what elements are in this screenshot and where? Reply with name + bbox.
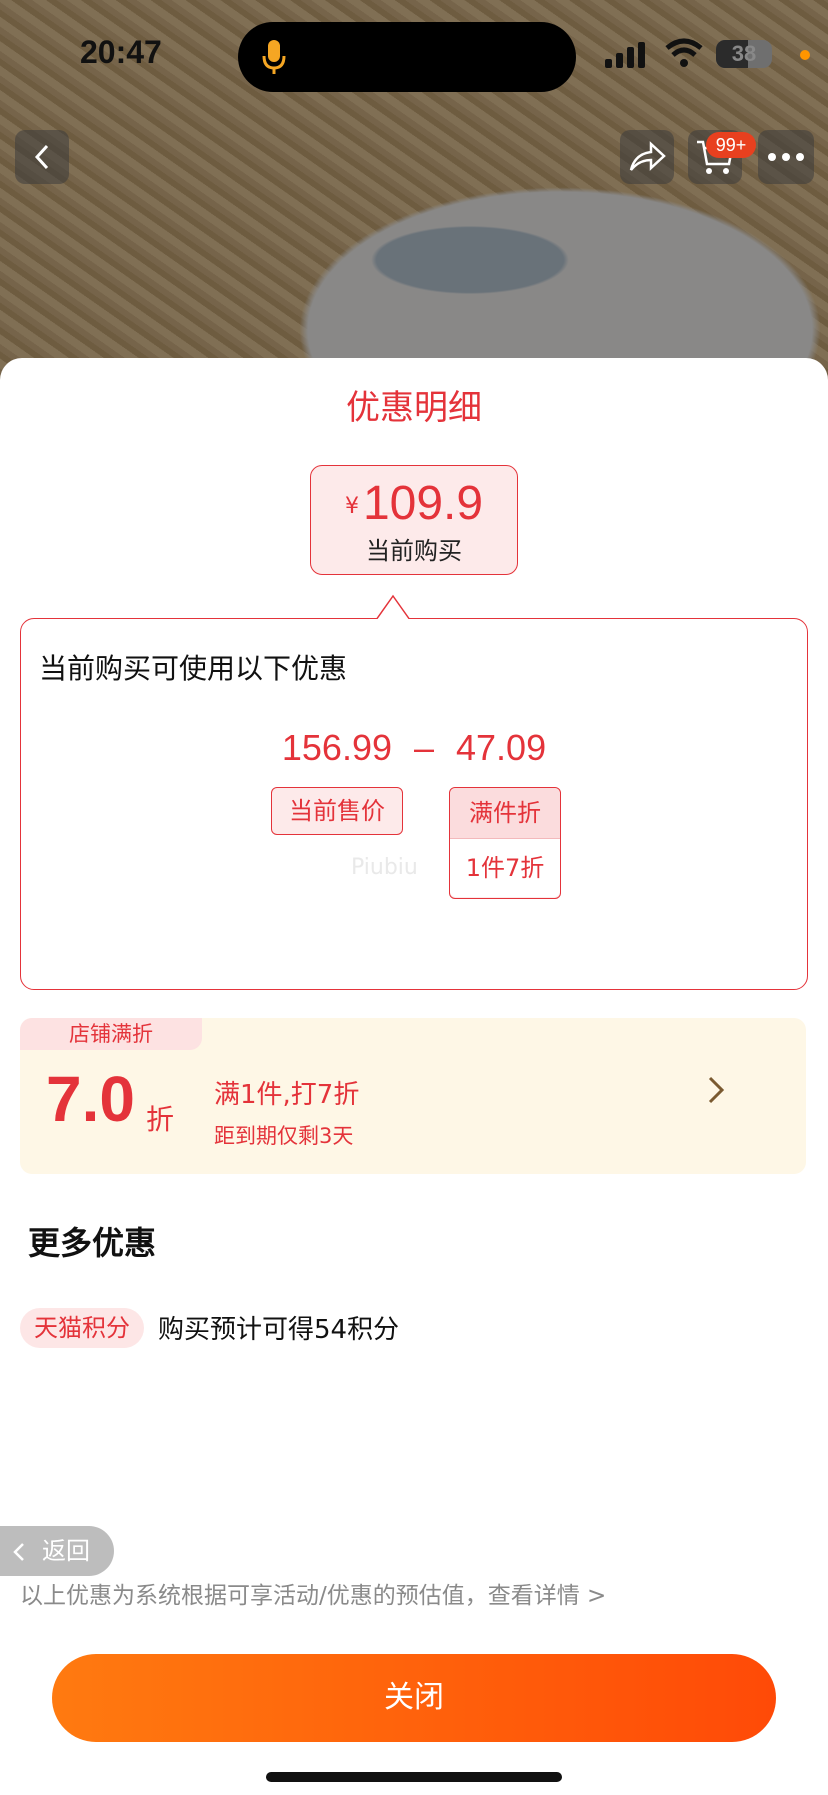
watermark: Piubiu bbox=[351, 855, 418, 880]
chevron-left-icon bbox=[13, 1543, 24, 1561]
home-indicator bbox=[266, 1772, 562, 1782]
current-price: 109.9 bbox=[362, 477, 484, 530]
signal-icon bbox=[605, 42, 645, 68]
status-bar: 20:47 38 bbox=[0, 0, 828, 110]
currency-symbol: ¥ bbox=[344, 494, 359, 519]
more-icon bbox=[768, 153, 804, 161]
back-pill-button[interactable]: 返回 bbox=[0, 1526, 114, 1576]
callout-pointer bbox=[376, 594, 412, 625]
discount-rule: 满1件,打7折 bbox=[214, 1080, 360, 1110]
more-offers-title: 更多优惠 bbox=[28, 1224, 157, 1262]
wifi-icon bbox=[665, 38, 703, 67]
sheet-title: 优惠明细 bbox=[346, 388, 482, 428]
discount-value: 7.0 bbox=[46, 1063, 135, 1135]
close-button[interactable]: 关闭 bbox=[52, 1654, 776, 1742]
current-price-box: ¥109.9 当前购买 bbox=[310, 465, 518, 575]
discount-unit: 折 bbox=[146, 1103, 175, 1136]
shop-discount-tag: 店铺满折 bbox=[20, 1018, 202, 1050]
current-price-label: 当前购买 bbox=[366, 537, 462, 565]
points-description: 购买预计可得54积分 bbox=[158, 1315, 400, 1345]
status-time: 20:47 bbox=[80, 34, 162, 70]
share-icon bbox=[629, 141, 666, 171]
discount-expiry: 距到期仅剩3天 bbox=[214, 1124, 354, 1148]
cart-count-badge: 99+ bbox=[706, 132, 756, 158]
privacy-dot bbox=[800, 50, 810, 60]
original-price: 156.99 bbox=[281, 727, 392, 768]
chevron-left-icon bbox=[34, 144, 49, 170]
discount-detail-sheet: 优惠明细 ¥109.9 当前购买 当前购买可使用以下优惠 156.99–47.0… bbox=[0, 358, 828, 1795]
battery-icon: 38 bbox=[716, 40, 772, 68]
microphone-icon bbox=[262, 40, 286, 74]
original-price-tag: 当前售价 bbox=[271, 787, 403, 835]
minus-sign: – bbox=[413, 727, 435, 768]
tmall-points-tag: 天猫积分 bbox=[20, 1308, 144, 1348]
dynamic-island bbox=[238, 22, 576, 92]
discount-detail-box: 当前购买可使用以下优惠 156.99–47.09 当前售价 满件折 1件7折 P… bbox=[20, 618, 808, 990]
shop-discount-card[interactable]: 店铺满折 7.0 折 满1件,打7折 距到期仅剩3天 bbox=[20, 1018, 806, 1174]
price-calculation: 156.99–47.09 bbox=[21, 727, 807, 769]
discount-tag-rule: 1件7折 bbox=[450, 839, 560, 897]
discount-amount: 47.09 bbox=[456, 727, 547, 768]
share-button[interactable] bbox=[620, 130, 674, 184]
discount-tag-type: 满件折 bbox=[450, 788, 560, 839]
discount-tag: 满件折 1件7折 bbox=[449, 787, 561, 899]
back-pill-label: 返回 bbox=[42, 1537, 90, 1565]
back-button[interactable] bbox=[15, 130, 69, 184]
more-button[interactable] bbox=[758, 130, 814, 184]
detail-heading: 当前购买可使用以下优惠 bbox=[39, 652, 348, 685]
disclaimer-link[interactable]: 以上优惠为系统根据可享活动/优惠的预估值，查看详情 > bbox=[20, 1576, 606, 1610]
chevron-right-icon[interactable] bbox=[704, 1072, 728, 1108]
